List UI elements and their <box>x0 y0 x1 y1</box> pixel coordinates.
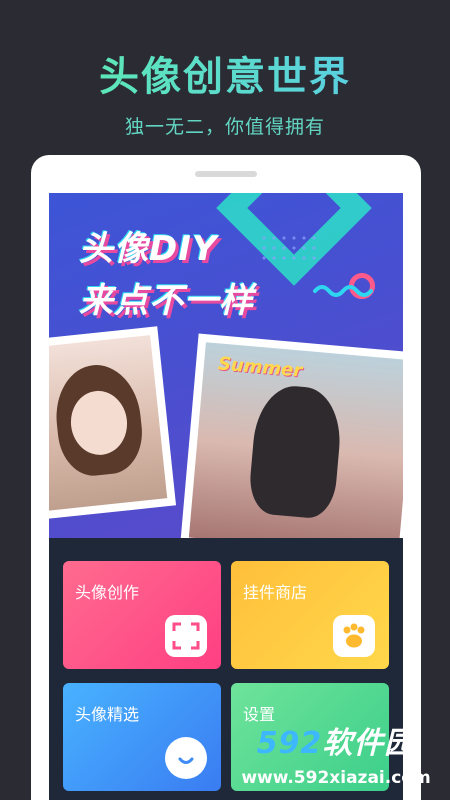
diy-banner[interactable]: 头像DIY 来点不一样 Summer <box>49 193 403 538</box>
menu-tile-avatar-picks[interactable]: 头像精选 <box>63 683 221 791</box>
banner-title-line2: 来点不一样 <box>79 281 254 321</box>
decorative-dot-grid <box>259 233 319 263</box>
paw-icon <box>333 615 375 657</box>
tile-label: 头像精选 <box>75 705 140 724</box>
promo-subtitle: 独一无二，你值得拥有 <box>124 116 325 138</box>
watermark-brand-number: 592 <box>256 726 323 761</box>
photo-subject-hair <box>247 382 345 520</box>
site-watermark: 592软件园 www.592xiazai.com <box>222 718 450 800</box>
sample-avatar-photo-2: Summer <box>180 333 403 538</box>
phone-speaker-notch <box>195 171 257 177</box>
frame-icon <box>165 615 207 657</box>
banner-title-line1: 头像DIY <box>79 229 218 269</box>
avatar-face-icon <box>165 737 207 779</box>
promo-headline: 头像创意世界 <box>0 44 450 102</box>
watermark-brand-text: 软件园 <box>322 726 416 761</box>
watermark-brand: 592软件园 <box>222 718 450 762</box>
watermark-url: www.592xiazai.com <box>241 768 431 788</box>
menu-tile-pendant-store[interactable]: 挂件商店 <box>231 561 389 669</box>
phone-mockup: 头像DIY 来点不一样 Summer 头像创作 挂件商店 头像精选 设置 <box>31 155 421 800</box>
decorative-wave-icon <box>313 285 373 297</box>
tile-label: 头像创作 <box>75 583 140 602</box>
app-screen: 头像DIY 来点不一样 Summer 头像创作 挂件商店 头像精选 设置 <box>49 193 403 800</box>
summer-sticker: Summer <box>217 353 304 382</box>
tile-label: 挂件商店 <box>243 583 308 602</box>
menu-tile-avatar-create[interactable]: 头像创作 <box>63 561 221 669</box>
sample-avatar-photo-1 <box>49 326 177 520</box>
